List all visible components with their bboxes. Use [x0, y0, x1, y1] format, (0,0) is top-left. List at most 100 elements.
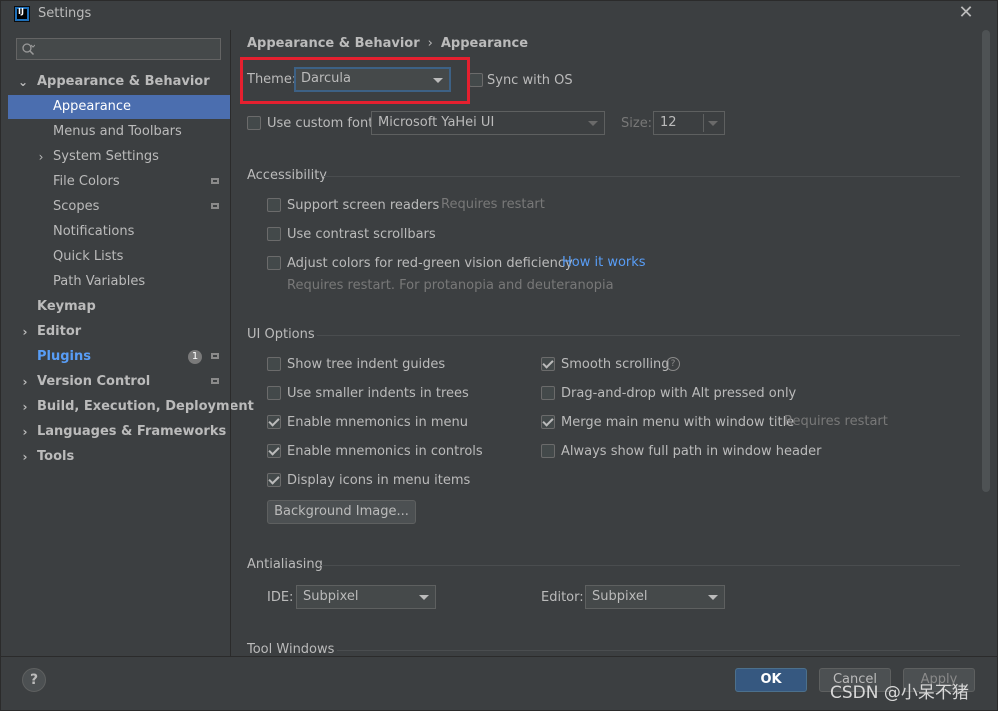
search-input[interactable]	[16, 38, 221, 60]
contrast-scrollbars-checkbox[interactable]	[267, 227, 281, 241]
smooth-scrolling-checkbox[interactable]	[541, 357, 555, 371]
ide-antialiasing-value: Subpixel	[303, 589, 359, 604]
breadcrumb-parent[interactable]: Appearance & Behavior	[247, 36, 420, 51]
tree-item-appearance[interactable]: Appearance	[8, 95, 230, 119]
tree-item-notifications[interactable]: Notifications	[8, 220, 230, 244]
tree-item-build-execution-deployment[interactable]: › Build, Execution, Deployment	[8, 395, 254, 419]
intellij-app-icon	[14, 6, 30, 22]
tree-item-label: Build, Execution, Deployment	[37, 399, 254, 414]
tree-item-label: Version Control	[37, 374, 151, 389]
project-level-icon	[211, 178, 219, 184]
tree-item-label: File Colors	[53, 174, 120, 189]
smaller-indents-checkbox[interactable]	[267, 386, 281, 400]
merge-main-menu-checkbox[interactable]	[541, 415, 555, 429]
sync-with-os-checkbox[interactable]	[469, 73, 483, 87]
mnemonics-menu-checkbox[interactable]	[267, 415, 281, 429]
combo-separator	[703, 114, 704, 132]
annotation-highlight-box	[240, 57, 470, 104]
ui-option-label: Display icons in menu items	[287, 473, 471, 488]
font-dropdown[interactable]: Microsoft YaHei UI	[371, 111, 605, 135]
adjust-colors-note: Requires restart. For protanopia and deu…	[287, 278, 614, 293]
tree-item-path-variables[interactable]: Path Variables	[8, 270, 230, 294]
help-button[interactable]: ?	[22, 668, 46, 692]
font-size-value: 12	[660, 115, 677, 130]
settings-tree: ⌄ Appearance & Behavior Appearance Menus…	[8, 70, 254, 470]
ui-option-label: Always show full path in window header	[561, 444, 822, 459]
tree-item-scopes[interactable]: Scopes	[8, 195, 230, 219]
tree-item-label: Plugins	[37, 349, 91, 364]
editor-antialiasing-label: Editor:	[541, 590, 584, 605]
font-size-combo[interactable]: 12	[653, 111, 725, 135]
adjust-colors-label: Adjust colors for red-green vision defic…	[287, 256, 573, 271]
breadcrumb-current: Appearance	[440, 36, 529, 51]
breadcrumb: Appearance & Behavior › Appearance	[247, 36, 528, 51]
ui-option-label: Enable mnemonics in menu	[287, 415, 468, 430]
tree-item-languages-frameworks[interactable]: › Languages & Frameworks	[8, 420, 230, 444]
chevron-down-icon	[419, 595, 429, 600]
chevron-right-icon: ›	[38, 150, 44, 164]
section-divider	[317, 335, 960, 336]
use-custom-font-checkbox[interactable]	[247, 116, 261, 130]
ui-option-label: Merge main menu with window title	[561, 415, 795, 430]
project-level-icon	[211, 353, 219, 359]
tree-item-system-settings[interactable]: › System Settings	[8, 145, 230, 169]
icons-in-menu-checkbox[interactable]	[267, 473, 281, 487]
screen-readers-note: Requires restart	[441, 197, 545, 212]
ok-button[interactable]: OK	[735, 668, 807, 692]
chevron-down-icon	[708, 121, 718, 126]
tree-item-editor[interactable]: › Editor	[8, 320, 230, 344]
chevron-down-icon	[708, 595, 718, 600]
project-level-icon	[211, 203, 219, 209]
use-custom-font-label: Use custom font:	[267, 116, 378, 131]
ide-antialiasing-dropdown[interactable]: Subpixel	[296, 585, 436, 609]
tree-item-version-control[interactable]: › Version Control	[8, 370, 230, 394]
update-count-badge: 1	[188, 350, 202, 364]
tree-item-plugins[interactable]: Plugins 1	[8, 345, 230, 369]
content-scrollbar[interactable]	[982, 30, 990, 492]
how-it-works-link[interactable]: How it works	[562, 255, 646, 270]
tree-item-label: Keymap	[37, 299, 96, 314]
editor-antialiasing-dropdown[interactable]: Subpixel	[585, 585, 725, 609]
full-path-header-checkbox[interactable]	[541, 444, 555, 458]
help-icon[interactable]: ?	[666, 357, 680, 371]
mnemonics-controls-checkbox[interactable]	[267, 444, 281, 458]
editor-antialiasing-value: Subpixel	[592, 589, 648, 604]
section-divider	[324, 176, 960, 177]
tree-indent-guides-checkbox[interactable]	[267, 357, 281, 371]
tree-item-label: Path Variables	[53, 274, 146, 289]
sync-with-os-label: Sync with OS	[487, 73, 573, 88]
drag-drop-alt-checkbox[interactable]	[541, 386, 555, 400]
chevron-right-icon: ›	[22, 400, 28, 414]
tree-item-keymap[interactable]: Keymap	[8, 295, 230, 319]
tree-item-label: Notifications	[53, 224, 135, 239]
screen-readers-checkbox[interactable]	[267, 198, 281, 212]
background-image-button[interactable]: Background Image...	[267, 500, 416, 524]
tree-item-label: Appearance & Behavior	[37, 74, 210, 89]
ide-antialiasing-label: IDE:	[267, 590, 294, 605]
section-divider	[337, 650, 960, 651]
breadcrumb-separator: ›	[427, 36, 433, 51]
tree-item-file-colors[interactable]: File Colors	[8, 170, 230, 194]
tree-item-tools[interactable]: › Tools	[8, 445, 230, 469]
close-icon[interactable]: ✕	[956, 3, 976, 23]
tree-item-appearance-behavior[interactable]: ⌄ Appearance & Behavior	[8, 70, 230, 94]
tree-item-quick-lists[interactable]: Quick Lists	[8, 245, 230, 269]
adjust-colors-checkbox[interactable]	[267, 256, 281, 270]
tree-item-label: Tools	[37, 449, 75, 464]
tree-item-label: System Settings	[53, 149, 159, 164]
tree-item-label: Menus and Toolbars	[53, 124, 182, 139]
antialiasing-section-title: Antialiasing	[247, 557, 323, 572]
tree-item-menus-toolbars[interactable]: Menus and Toolbars	[8, 120, 230, 144]
font-size-label: Size:	[621, 116, 653, 131]
font-value: Microsoft YaHei UI	[378, 115, 495, 130]
tree-item-label: Quick Lists	[53, 249, 124, 264]
ui-option-label: Use smaller indents in trees	[287, 386, 469, 401]
ui-option-label: Enable mnemonics in controls	[287, 444, 483, 459]
ui-options-section-title: UI Options	[247, 327, 315, 342]
tool-windows-section-title: Tool Windows	[247, 642, 335, 657]
chevron-down-icon	[588, 121, 598, 126]
chevron-right-icon: ›	[22, 425, 28, 439]
project-level-icon	[211, 378, 219, 384]
tree-item-label: Appearance	[53, 99, 132, 114]
ui-option-label: Smooth scrolling	[561, 357, 670, 372]
